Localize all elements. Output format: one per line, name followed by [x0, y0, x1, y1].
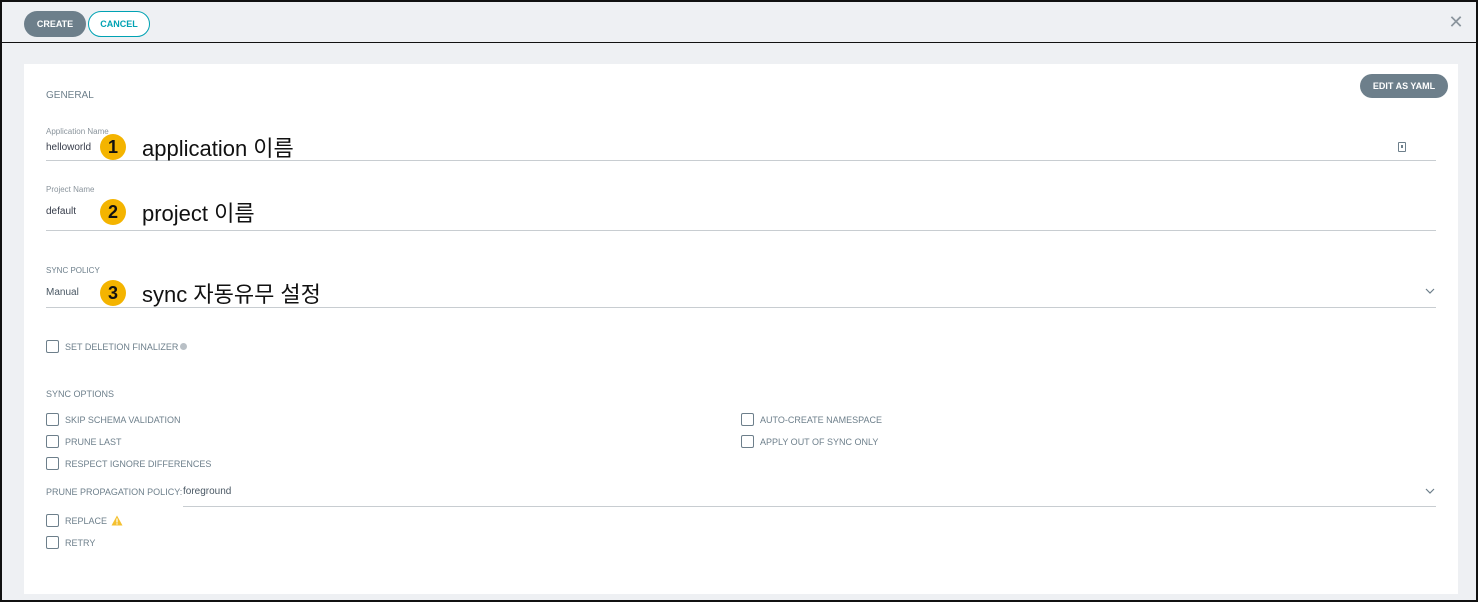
respect-ignore-differences-checkbox[interactable] — [46, 457, 59, 470]
close-icon[interactable]: ✕ — [1448, 13, 1464, 31]
annotation-text-1: application 이름 — [142, 136, 294, 161]
auto-create-namespace-option[interactable]: AUTO-CREATE NAMESPACE — [741, 413, 882, 426]
edit-as-yaml-button[interactable]: EDIT AS YAML — [1360, 74, 1448, 98]
create-button[interactable]: CREATE — [24, 11, 86, 37]
annotation-badge-1: 1 — [100, 134, 126, 160]
dialog-frame: CREATE CANCEL ✕ GENERAL EDIT AS YAML App… — [0, 0, 1478, 602]
help-icon[interactable] — [180, 343, 188, 350]
prune-last-label: PRUNE LAST — [65, 436, 122, 447]
respect-ignore-differences-option[interactable]: RESPECT IGNORE DIFFERENCES — [46, 457, 211, 470]
application-name-input[interactable]: helloworld — [46, 142, 91, 153]
annotation-badge-2: 2 — [100, 199, 126, 225]
skip-schema-validation-checkbox[interactable] — [46, 413, 59, 426]
clipboard-icon[interactable] — [1398, 142, 1406, 152]
sync-policy-label: SYNC POLICY — [46, 266, 100, 275]
apply-out-of-sync-only-option[interactable]: APPLY OUT OF SYNC ONLY — [741, 435, 878, 448]
retry-checkbox[interactable] — [46, 536, 59, 549]
apply-out-of-sync-only-checkbox[interactable] — [741, 435, 754, 448]
prune-last-option[interactable]: PRUNE LAST — [46, 435, 122, 448]
sync-policy-select[interactable]: Manual — [46, 287, 79, 298]
prune-policy-underline — [183, 506, 1436, 507]
replace-label: REPLACE — [65, 515, 108, 526]
set-deletion-finalizer-checkbox[interactable] — [46, 340, 59, 353]
top-toolbar: CREATE CANCEL ✕ — [2, 2, 1476, 43]
project-name-underline — [46, 230, 1436, 231]
section-title-general: GENERAL — [46, 90, 94, 101]
retry-option[interactable]: RETRY — [46, 536, 95, 549]
prune-policy-chevron-down-icon[interactable] — [1424, 485, 1436, 497]
auto-create-namespace-label: AUTO-CREATE NAMESPACE — [760, 414, 883, 425]
warning-icon — [111, 515, 123, 526]
auto-create-namespace-checkbox[interactable] — [741, 413, 754, 426]
project-name-input[interactable]: default — [46, 206, 76, 217]
respect-ignore-differences-label: RESPECT IGNORE DIFFERENCES — [65, 458, 212, 469]
replace-option[interactable]: REPLACE — [46, 514, 123, 527]
apply-out-of-sync-only-label: APPLY OUT OF SYNC ONLY — [760, 436, 879, 447]
annotation-text-3: sync 자동유무 설정 — [142, 282, 321, 307]
project-name-label: Project Name — [46, 185, 95, 194]
chevron-down-icon[interactable] — [1424, 285, 1436, 297]
application-name-label: Application Name — [46, 127, 109, 136]
set-deletion-finalizer-option[interactable]: SET DELETION FINALIZER — [46, 340, 188, 353]
annotation-text-2: project 이름 — [142, 201, 255, 226]
annotation-badge-3: 3 — [100, 280, 126, 306]
section-title-sync-options: SYNC OPTIONS — [46, 389, 115, 399]
prune-propagation-policy-select[interactable]: foreground — [183, 486, 231, 497]
prune-propagation-policy-label: PRUNE PROPAGATION POLICY: — [46, 487, 183, 497]
replace-checkbox[interactable] — [46, 514, 59, 527]
retry-label: RETRY — [65, 537, 96, 548]
cancel-button[interactable]: CANCEL — [88, 11, 150, 37]
prune-last-checkbox[interactable] — [46, 435, 59, 448]
set-deletion-finalizer-label: SET DELETION FINALIZER — [65, 341, 179, 352]
skip-schema-validation-label: SKIP SCHEMA VALIDATION — [65, 414, 181, 425]
skip-schema-validation-option[interactable]: SKIP SCHEMA VALIDATION — [46, 413, 181, 426]
general-panel: GENERAL EDIT AS YAML Application Name he… — [24, 64, 1458, 594]
